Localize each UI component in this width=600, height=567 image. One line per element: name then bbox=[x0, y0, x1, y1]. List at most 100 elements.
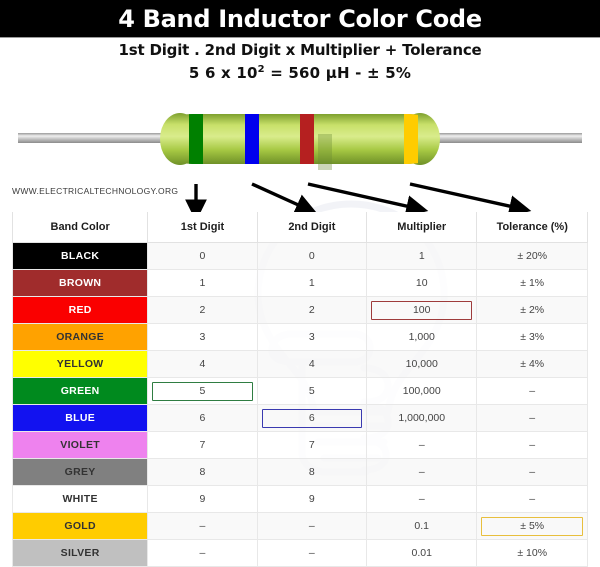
second-digit-cell: 7 bbox=[256, 431, 368, 459]
first-digit-cell: 5 bbox=[147, 377, 258, 405]
color-swatch-cell: VIOLET bbox=[11, 431, 149, 459]
column-header-band-color: Band Color bbox=[11, 212, 149, 243]
color-swatch-cell: ORANGE bbox=[11, 323, 149, 351]
table-body: BLACK 0 0 1 ± 20% BROWN 1 1 10 ± 1% RED 2 2 100 ± 2% OR… bbox=[11, 242, 588, 567]
first-digit-cell: 8 bbox=[147, 458, 258, 486]
tolerance-cell: ± 10% bbox=[476, 539, 588, 567]
color-swatch-cell: BLACK bbox=[11, 242, 149, 270]
multiplier-cell: – bbox=[366, 458, 478, 486]
band-4-gold-edge bbox=[404, 116, 418, 162]
title-bar: 4 Band Inductor Color Code bbox=[0, 0, 600, 37]
worked-example-formula: 5 6 x 102 = 560 µH - ± 5% bbox=[0, 64, 600, 82]
page-title: 4 Band Inductor Color Code bbox=[118, 4, 482, 33]
second-digit-cell: 1 bbox=[256, 269, 368, 297]
multiplier-cell: 10,000 bbox=[366, 350, 478, 378]
table-row: WHITE 9 9– – bbox=[11, 485, 588, 513]
inductor-illustration bbox=[0, 88, 600, 188]
color-swatch-cell: BLUE bbox=[11, 404, 149, 432]
title-divider bbox=[0, 37, 600, 38]
color-swatch-cell: SILVER bbox=[11, 539, 149, 567]
table-row: YELLOW 4 4 10,000 ± 4% bbox=[11, 350, 588, 378]
second-digit-cell: 9 bbox=[256, 485, 368, 513]
band-1-green-edge bbox=[189, 116, 203, 162]
table-header: Band Color 1st Digit 2nd Digit Multiplie… bbox=[11, 212, 588, 243]
color-swatch-cell: GREEN bbox=[11, 377, 149, 405]
table-row: VIOLET 7 7– – bbox=[11, 431, 588, 459]
second-digit-cell: – bbox=[256, 512, 368, 540]
table-row: GREY 8 8– – bbox=[11, 458, 588, 486]
multiplier-cell: 100 bbox=[366, 296, 478, 324]
table-row: GREEN 5 5 100,000– bbox=[11, 377, 588, 405]
lead-left-wire bbox=[18, 133, 168, 143]
formula-result: = 560 µH - ± 5% bbox=[264, 64, 412, 82]
formula-exponent: 2 bbox=[257, 64, 265, 75]
second-digit-cell: 0 bbox=[256, 242, 368, 270]
tolerance-cell: ± 3% bbox=[476, 323, 588, 351]
first-digit-cell: 4 bbox=[147, 350, 258, 378]
first-digit-cell: – bbox=[147, 539, 258, 567]
table-row: ORANGE 3 3 1,000 ± 3% bbox=[11, 323, 588, 351]
second-digit-cell: 2 bbox=[256, 296, 368, 324]
first-digit-cell: 0 bbox=[147, 242, 258, 270]
column-header-first-digit: 1st Digit bbox=[147, 212, 258, 243]
second-digit-cell-highlight: 6 bbox=[261, 408, 363, 428]
multiplier-cell: 10 bbox=[366, 269, 478, 297]
multiplier-cell: 0.1 bbox=[366, 512, 478, 540]
table-row: BLACK 0 0 1 ± 20% bbox=[11, 242, 588, 270]
second-digit-cell: 5 bbox=[256, 377, 368, 405]
multiplier-cell: 100,000 bbox=[366, 377, 478, 405]
multiplier-cell: 1,000,000 bbox=[366, 404, 478, 432]
first-digit-cell: 2 bbox=[147, 296, 258, 324]
formula-digits: 5 6 x 10 bbox=[188, 64, 258, 82]
tolerance-cell-highlight: ± 5% bbox=[481, 516, 583, 536]
table-row: GOLD – –0.1 ± 5% bbox=[11, 512, 588, 540]
multiplier-cell: – bbox=[366, 485, 478, 513]
tolerance-cell: ± 2% bbox=[476, 296, 588, 324]
tolerance-cell: – bbox=[476, 485, 588, 513]
second-digit-cell: 3 bbox=[256, 323, 368, 351]
second-digit-cell: – bbox=[256, 539, 368, 567]
lead-right-wire bbox=[432, 133, 582, 143]
table-row: BLUE 6 6 1,000,000– bbox=[11, 404, 588, 432]
subtitle-area: 1st Digit . 2nd Digit x Multiplier + Tol… bbox=[0, 41, 600, 82]
band-2-blue-edge bbox=[245, 114, 259, 164]
first-digit-cell-highlight: 5 bbox=[152, 381, 253, 401]
first-digit-cell: 6 bbox=[147, 404, 258, 432]
column-header-tolerance: Tolerance (%) bbox=[476, 212, 588, 243]
tolerance-cell: ± 4% bbox=[476, 350, 588, 378]
site-watermark: WWW.ELECTRICALTECHNOLOGY.ORG bbox=[12, 186, 179, 196]
multiplier-cell: 1 bbox=[366, 242, 478, 270]
color-swatch-cell: RED bbox=[11, 296, 149, 324]
color-swatch-cell: GOLD bbox=[11, 512, 149, 540]
formula-description: 1st Digit . 2nd Digit x Multiplier + Tol… bbox=[118, 41, 482, 59]
tolerance-cell: – bbox=[476, 404, 588, 432]
color-swatch-cell: BROWN bbox=[11, 269, 149, 297]
tolerance-cell: ± 20% bbox=[476, 242, 588, 270]
tolerance-cell: – bbox=[476, 458, 588, 486]
first-digit-cell: 3 bbox=[147, 323, 258, 351]
multiplier-cell-highlight: 100 bbox=[371, 300, 473, 320]
table-row: SILVER – –0.01 ± 10% bbox=[11, 539, 588, 567]
first-digit-cell: – bbox=[147, 512, 258, 540]
second-digit-cell: 6 bbox=[256, 404, 368, 432]
band-3-red-edge bbox=[300, 114, 314, 164]
inductor-svg bbox=[18, 113, 582, 170]
multiplier-cell: 1,000 bbox=[366, 323, 478, 351]
column-header-second-digit: 2nd Digit bbox=[256, 212, 368, 243]
tolerance-cell: ± 5% bbox=[476, 512, 588, 540]
color-swatch-cell: GREY bbox=[11, 458, 149, 486]
tolerance-cell: – bbox=[476, 377, 588, 405]
table-row: RED 2 2 100 ± 2% bbox=[11, 296, 588, 324]
second-digit-cell: 4 bbox=[256, 350, 368, 378]
color-swatch-cell: YELLOW bbox=[11, 350, 149, 378]
first-digit-cell: 7 bbox=[147, 431, 258, 459]
tolerance-cell: – bbox=[476, 431, 588, 459]
second-digit-cell: 8 bbox=[256, 458, 368, 486]
multiplier-cell: 0.01 bbox=[366, 539, 478, 567]
multiplier-cell: – bbox=[366, 431, 478, 459]
first-digit-cell: 9 bbox=[147, 485, 258, 513]
color-code-table: Band Color 1st Digit 2nd Digit Multiplie… bbox=[11, 212, 588, 567]
body-shadow-smudge bbox=[318, 134, 332, 170]
column-header-multiplier: Multiplier bbox=[366, 212, 478, 243]
first-digit-cell: 1 bbox=[147, 269, 258, 297]
